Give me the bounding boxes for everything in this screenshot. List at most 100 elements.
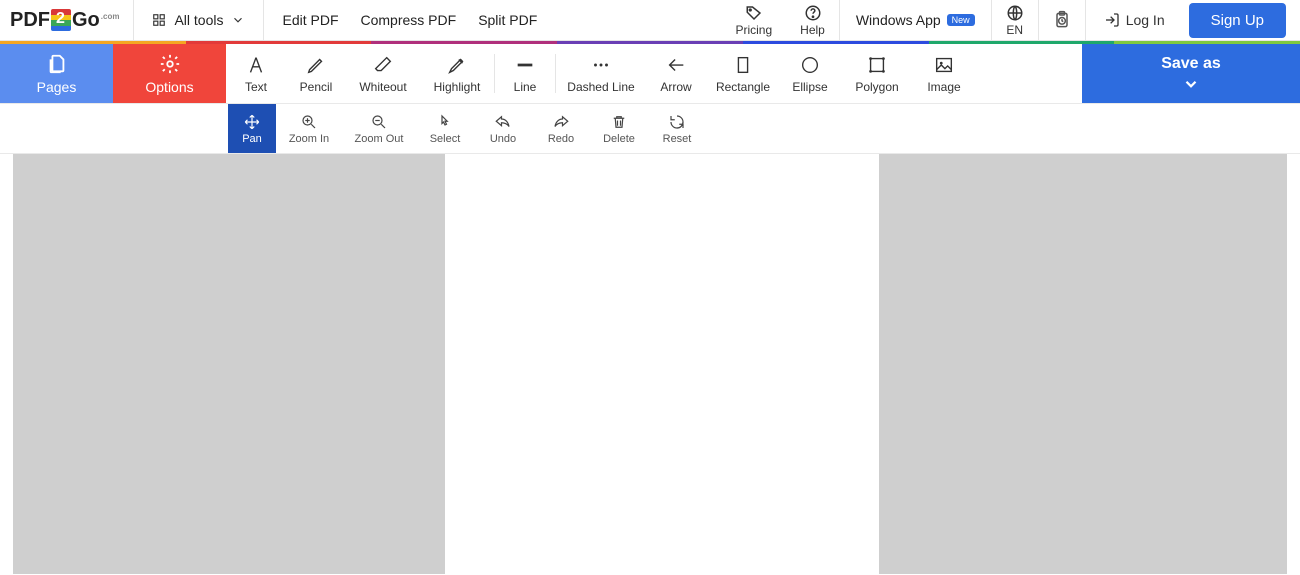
tool-ellipse[interactable]: Ellipse [780, 44, 840, 103]
canvas-background [879, 154, 1287, 574]
pricing-label: Pricing [735, 23, 772, 37]
rectangle-icon [732, 54, 754, 76]
language-button[interactable]: EN [992, 0, 1038, 40]
ellipse-icon [799, 54, 821, 76]
tool-line-label: Line [514, 80, 537, 94]
logo-2-icon: 2 [51, 9, 71, 31]
tool-dashed-line[interactable]: Dashed Line [556, 44, 646, 103]
windows-app-label: Windows App [856, 12, 941, 28]
save-as-label: Save as [1161, 55, 1221, 73]
signup-button[interactable]: Sign Up [1189, 3, 1286, 38]
login-button[interactable]: Log In [1086, 12, 1183, 28]
help-icon [804, 4, 822, 22]
tool-text[interactable]: Text [226, 44, 286, 103]
sub-redo[interactable]: Redo [532, 104, 590, 153]
windows-app-link[interactable]: Windows App New [840, 12, 991, 28]
help-link[interactable]: Help [786, 0, 839, 40]
text-icon [245, 54, 267, 76]
chevron-down-icon [1182, 75, 1200, 93]
gear-icon [159, 53, 181, 75]
globe-icon [1006, 4, 1024, 22]
clipboard-clock-icon [1052, 10, 1072, 30]
dashed-line-icon [590, 54, 612, 76]
editor-toolbar: Pages Options Text Pencil Whiteout Highl… [0, 44, 1300, 104]
sub-pan-label: Pan [242, 133, 262, 145]
tool-arrow[interactable]: Arrow [646, 44, 706, 103]
save-as-button[interactable]: Save as [1082, 44, 1300, 103]
tool-whiteout-label: Whiteout [359, 80, 406, 94]
sub-redo-label: Redo [548, 133, 574, 145]
tool-image[interactable]: Image [914, 44, 974, 103]
login-label: Log In [1126, 12, 1165, 28]
sub-delete[interactable]: Delete [590, 104, 648, 153]
sub-reset[interactable]: Reset [648, 104, 706, 153]
pages-icon [46, 53, 68, 75]
eraser-icon [372, 54, 394, 76]
logo[interactable]: PDF 2 Go .com [0, 0, 133, 40]
tool-highlight[interactable]: Highlight [420, 44, 494, 103]
tool-whiteout[interactable]: Whiteout [346, 44, 420, 103]
undo-icon [494, 113, 512, 131]
pages-panel-button[interactable]: Pages [0, 44, 113, 103]
language-label: EN [1006, 23, 1023, 37]
logo-text-left: PDF [10, 9, 50, 32]
zoom-out-icon [370, 113, 388, 131]
link-edit-pdf[interactable]: Edit PDF [282, 12, 338, 28]
tool-polygon-label: Polygon [855, 80, 898, 94]
canvas-gutter [1287, 154, 1300, 574]
link-compress-pdf[interactable]: Compress PDF [361, 12, 457, 28]
document-page[interactable] [445, 154, 879, 574]
pencil-icon [305, 54, 327, 76]
clipboard-history-button[interactable] [1039, 0, 1085, 40]
help-label: Help [800, 23, 825, 37]
tool-dashed-label: Dashed Line [567, 80, 634, 94]
tool-highlight-label: Highlight [434, 80, 481, 94]
options-panel-button[interactable]: Options [113, 44, 226, 103]
sub-reset-label: Reset [663, 133, 692, 145]
login-icon [1104, 12, 1120, 28]
redo-icon [552, 113, 570, 131]
tag-icon [745, 4, 763, 22]
canvas-gutter [0, 154, 13, 574]
tool-arrow-label: Arrow [660, 80, 691, 94]
tool-ellipse-label: Ellipse [792, 80, 827, 94]
chevron-down-icon [231, 13, 245, 27]
options-label: Options [145, 79, 193, 95]
view-toolbar: Pan Zoom In Zoom Out Select Undo Redo De… [0, 104, 1300, 154]
sub-select[interactable]: Select [416, 104, 474, 153]
sub-delete-label: Delete [603, 133, 635, 145]
tool-line[interactable]: Line [495, 44, 555, 103]
tool-pencil[interactable]: Pencil [286, 44, 346, 103]
sub-undo-label: Undo [490, 133, 516, 145]
reset-icon [668, 113, 686, 131]
new-badge: New [947, 14, 975, 26]
editor-canvas[interactable] [0, 154, 1300, 574]
sub-select-label: Select [430, 133, 461, 145]
polygon-icon [866, 54, 888, 76]
sub-undo[interactable]: Undo [474, 104, 532, 153]
link-split-pdf[interactable]: Split PDF [478, 12, 537, 28]
pointer-icon [436, 113, 454, 131]
pages-label: Pages [37, 79, 77, 95]
tool-rectangle[interactable]: Rectangle [706, 44, 780, 103]
top-header: PDF 2 Go .com All tools Edit PDF Compres… [0, 0, 1300, 41]
line-icon [514, 54, 536, 76]
tool-pencil-label: Pencil [300, 80, 333, 94]
tool-rectangle-label: Rectangle [716, 80, 770, 94]
all-tools-menu[interactable]: All tools [134, 0, 263, 40]
trash-icon [610, 113, 628, 131]
quick-links: Edit PDF Compress PDF Split PDF [264, 12, 555, 28]
image-icon [933, 54, 955, 76]
tool-polygon[interactable]: Polygon [840, 44, 914, 103]
logo-suffix: .com [101, 12, 120, 21]
sub-pan[interactable]: Pan [228, 104, 276, 153]
sub-zoom-in[interactable]: Zoom In [276, 104, 342, 153]
all-tools-label: All tools [174, 12, 223, 28]
pan-icon [243, 113, 261, 131]
tool-text-label: Text [245, 80, 267, 94]
grid-icon [152, 13, 166, 27]
sub-zoom-out[interactable]: Zoom Out [342, 104, 416, 153]
zoom-in-icon [300, 113, 318, 131]
arrow-icon [665, 54, 687, 76]
pricing-link[interactable]: Pricing [721, 0, 786, 40]
